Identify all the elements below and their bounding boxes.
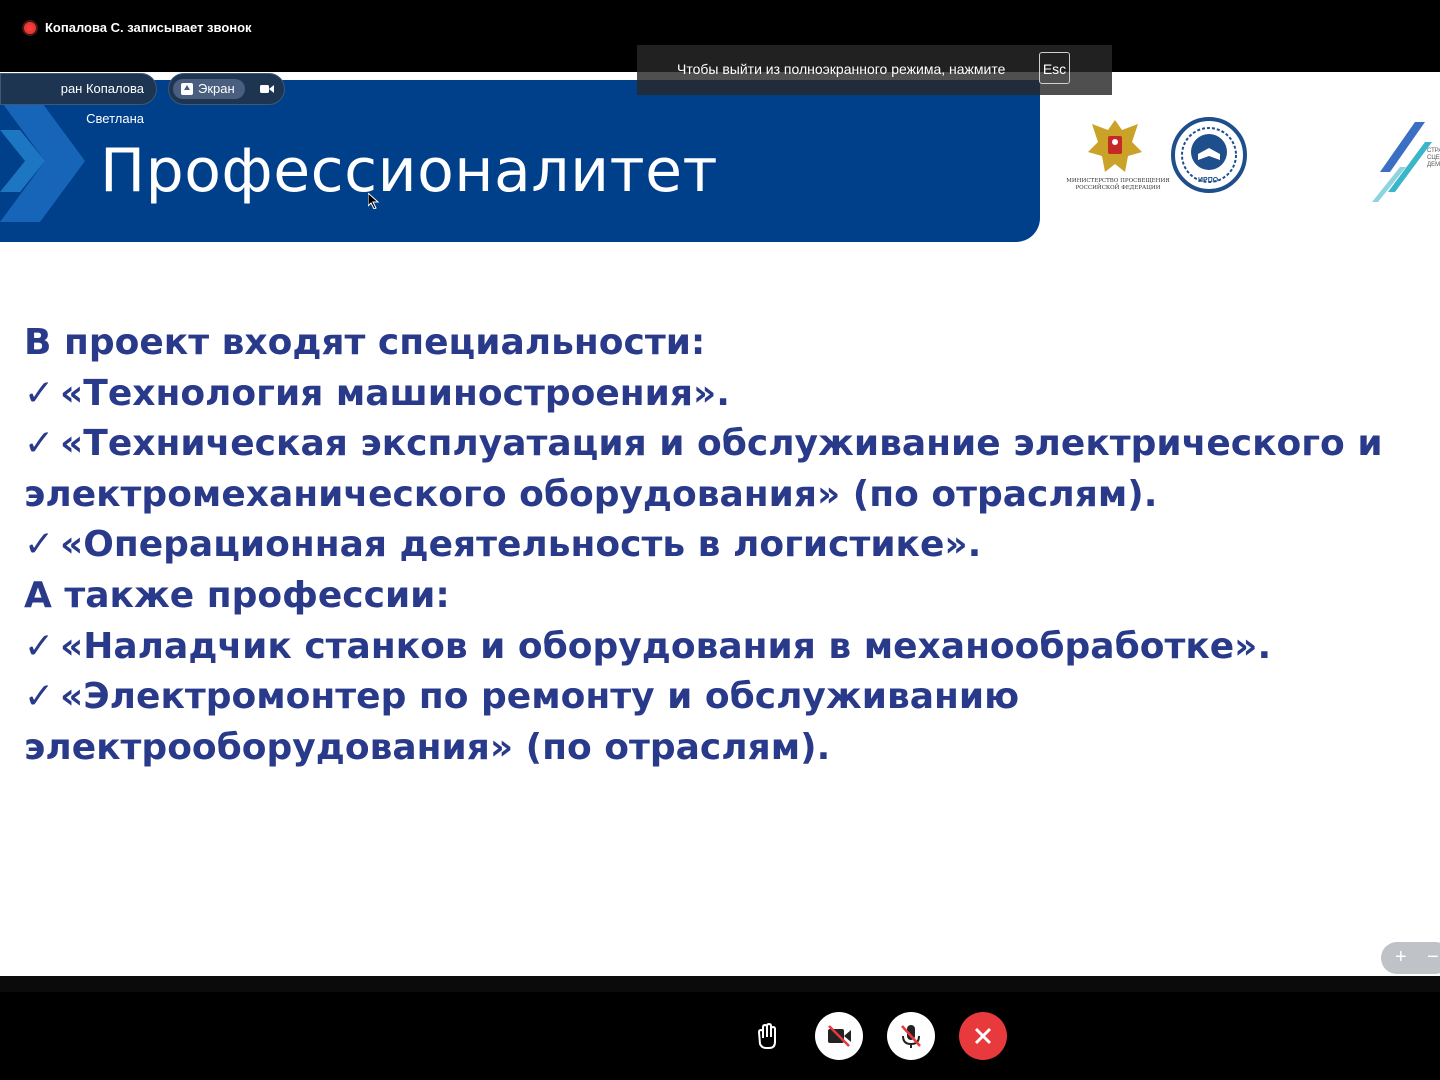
ministry-emblem-icon <box>1088 120 1142 172</box>
fullscreen-notice-text: Чтобы выйти из полноэкранного режима, на… <box>677 61 1006 77</box>
mouse-cursor-icon <box>368 193 380 209</box>
record-icon <box>24 22 36 34</box>
microphone-toggle-button[interactable] <box>887 1012 935 1060</box>
checkmark-icon: ✓ <box>24 423 55 465</box>
call-controls-bar <box>0 976 1440 1080</box>
slide-line: электромеханического оборудования» (по о… <box>24 473 1158 515</box>
raise-hand-button[interactable] <box>742 1012 790 1060</box>
slide-line: ✓ «Наладчик станков и оборудования в меха… <box>24 622 1424 673</box>
logos-area: Министерство просвещения Российской Феде… <box>1040 72 1440 242</box>
camera-toggle-button[interactable] <box>815 1012 863 1060</box>
screen-share-badge[interactable]: Экран <box>168 73 285 105</box>
close-icon <box>974 1027 992 1045</box>
slide-line: электрооборудования» (по отраслям). <box>24 726 831 768</box>
zoom-control[interactable]: + − <box>1381 942 1440 974</box>
zoom-in-button[interactable]: + <box>1395 947 1407 967</box>
slide-line: ✓ «Техническая эксплуатация и обслуживани… <box>24 419 1424 470</box>
slide-line: А также профессии: <box>24 574 450 616</box>
mic-off-icon <box>901 1025 921 1048</box>
end-call-button[interactable] <box>959 1012 1007 1060</box>
slide-banner: Профессионалитет <box>0 80 1040 242</box>
irpo-caption: ИРПО <box>1198 177 1219 184</box>
slide-line: ✓ «Технология машиностроения». <box>24 369 1424 420</box>
share-screen-icon <box>181 83 193 95</box>
shared-screen: Профессионалитет Министерство просвещени… <box>0 72 1440 976</box>
recording-status: Копалова С. записывает звонок <box>45 20 252 35</box>
slide-title: Профессионалитет <box>100 136 718 206</box>
slide-line: ✓ «Операционная деятельность в логистике»… <box>24 520 1424 571</box>
checkmark-icon: ✓ <box>24 372 55 414</box>
screen-share-label: Экран <box>173 79 245 99</box>
esc-key-hint: Esc <box>1039 52 1070 84</box>
checkmark-icon: ✓ <box>24 625 55 667</box>
checkmark-icon: ✓ <box>24 676 55 718</box>
video-camera-icon <box>260 85 274 93</box>
participant-name-badge[interactable]: ран Копалова Светлана <box>0 73 157 126</box>
zoom-out-button[interactable]: − <box>1427 947 1439 967</box>
strategy-caption: СТРА СЦЕН ДЕМО <box>1427 148 1440 168</box>
camera-off-icon <box>828 1025 851 1047</box>
slide-line: ✓ «Электромонтер по ремонту и обслуживани… <box>24 672 1424 723</box>
ministry-caption: Министерство просвещения Российской Феде… <box>1066 178 1170 191</box>
fullscreen-exit-notice: Чтобы выйти из полноэкранного режима, на… <box>637 45 1112 95</box>
hand-icon <box>757 1022 776 1049</box>
slide-content: В проект входят специальности: ✓ «Технолог… <box>24 318 1424 773</box>
checkmark-icon: ✓ <box>24 524 55 566</box>
slide-line: В проект входят специальности: <box>24 322 706 363</box>
